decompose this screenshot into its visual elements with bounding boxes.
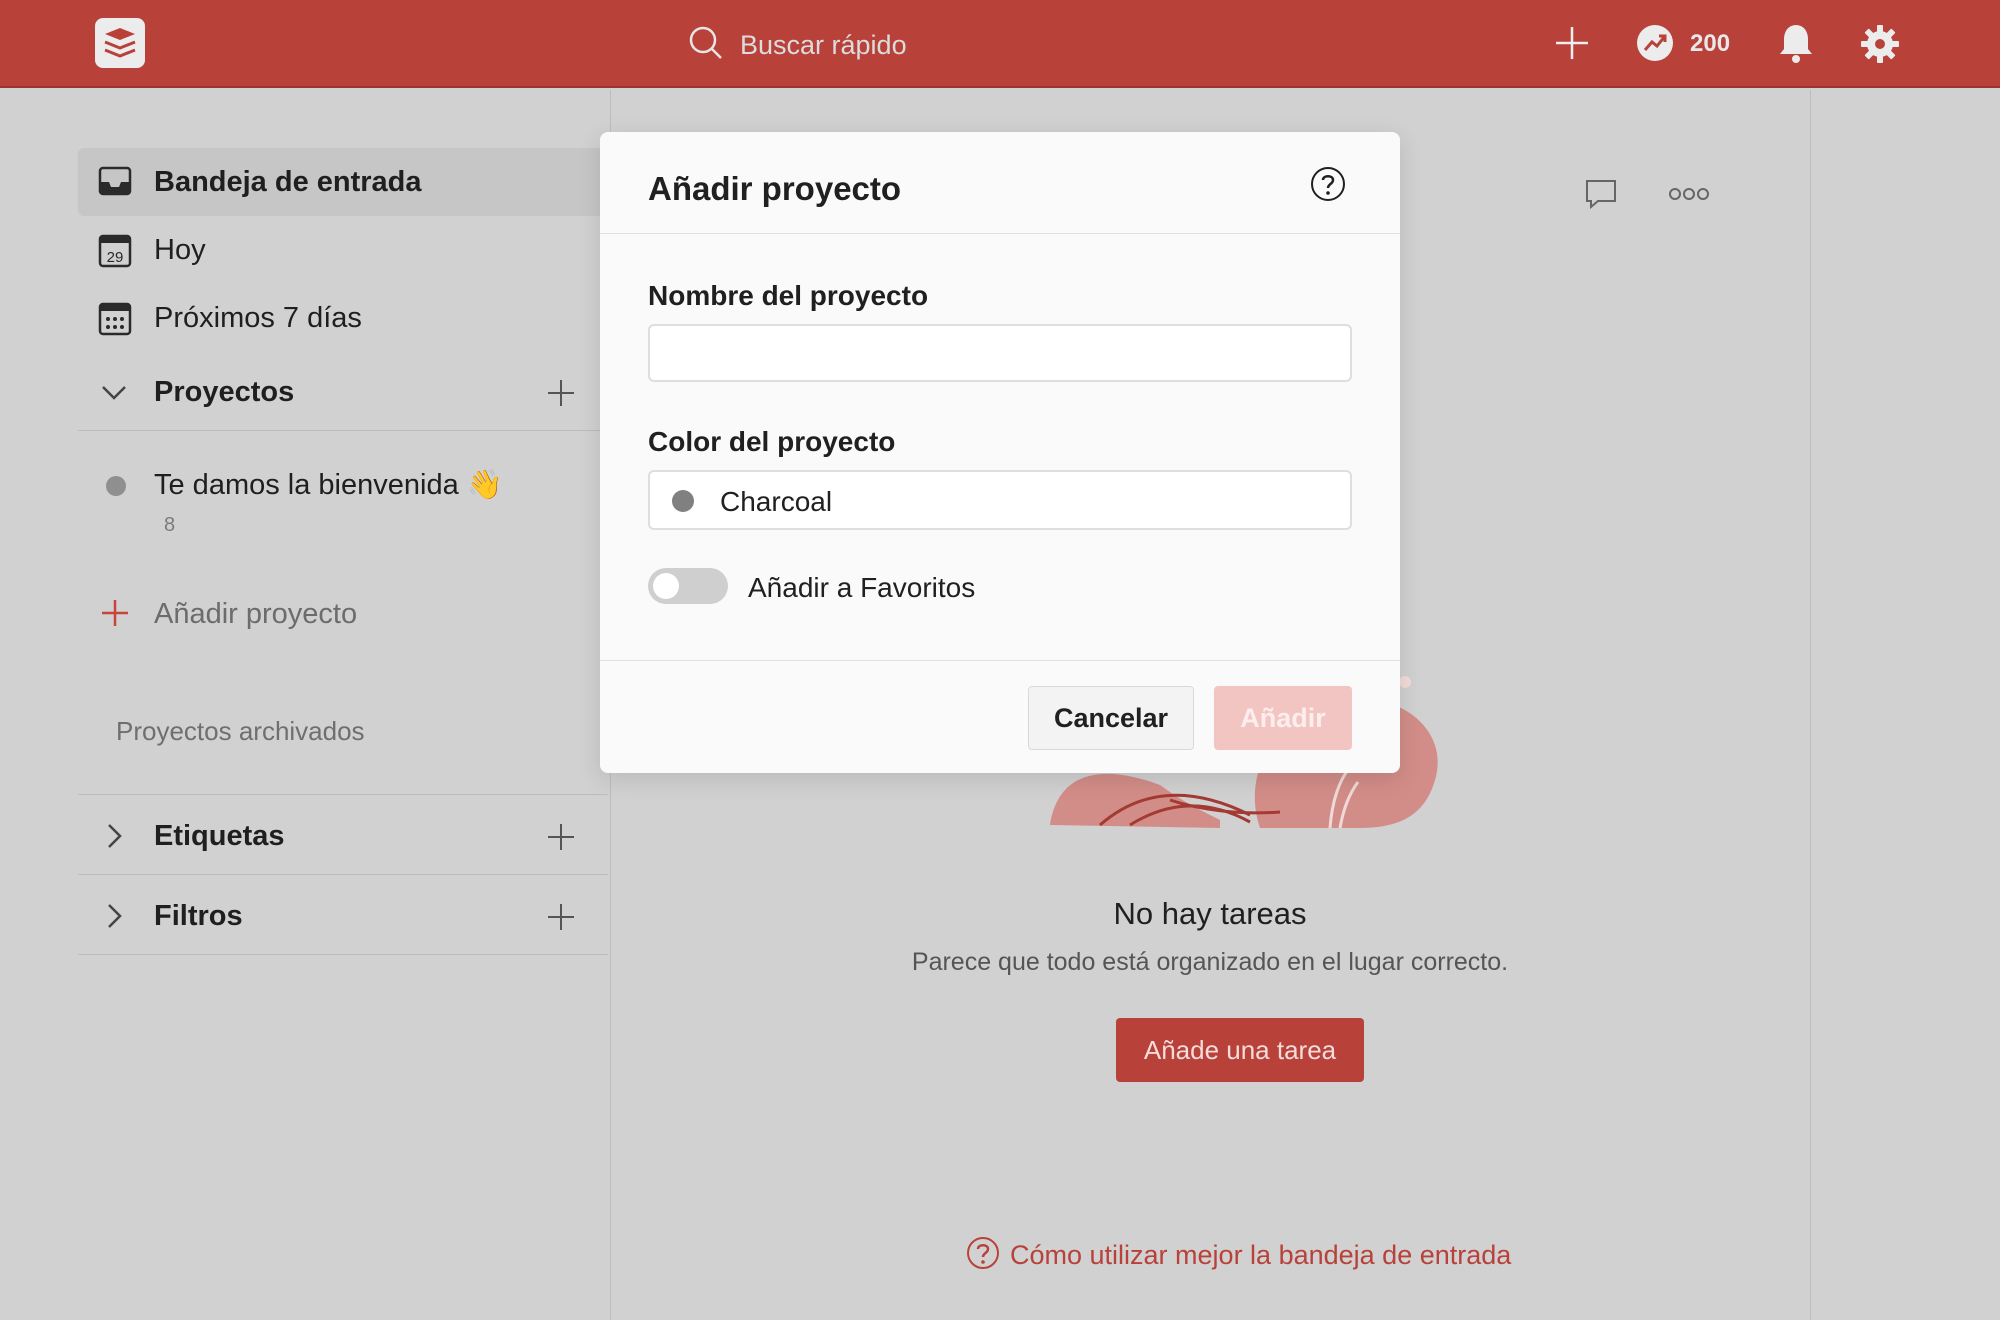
help-link-label: Cómo utilizar mejor la bandeja de entrad…: [1010, 1240, 1512, 1270]
add-project-label: Añadir proyecto: [154, 598, 358, 630]
empty-state-title: No hay tareas: [1113, 896, 1307, 931]
project-item-name[interactable]: Te damos la bienvenida 👋: [154, 468, 503, 502]
favorite-toggle-label: Añadir a Favoritos: [748, 572, 976, 603]
add-project-plus-icon[interactable]: [546, 378, 576, 413]
cancel-button[interactable]: Cancelar: [1028, 686, 1194, 750]
dialog-title: Añadir proyecto: [648, 170, 902, 207]
todoist-logo-icon[interactable]: [95, 18, 145, 68]
labels-label: Etiquetas: [154, 820, 285, 852]
divider: [78, 794, 608, 795]
divider: [78, 874, 608, 875]
filters-section-header[interactable]: Filtros: [78, 878, 608, 954]
chevron-down-icon[interactable]: [100, 378, 128, 411]
projects-section-header[interactable]: Proyectos: [78, 354, 608, 430]
gear-icon[interactable]: [1860, 24, 1900, 69]
divider: [78, 954, 608, 955]
add-button[interactable]: Añadir: [1214, 686, 1352, 750]
sidebar-item-today[interactable]: 29 Hoy: [78, 216, 608, 284]
project-item-count: 8: [164, 514, 176, 536]
calendar-week-icon: [98, 300, 132, 341]
calendar-today-icon: 29: [98, 232, 132, 273]
more-options-icon[interactable]: [1668, 184, 1710, 209]
chevron-right-icon[interactable]: [100, 822, 128, 855]
sidebar-item-label: Próximos 7 días: [154, 301, 362, 334]
quick-search[interactable]: [688, 24, 1160, 66]
project-color-label: Color del proyecto: [648, 426, 896, 457]
add-project-dialog: Añadir proyecto Nombre del proyecto Colo…: [600, 132, 1400, 773]
karma-trend-icon[interactable]: [1636, 24, 1674, 67]
filters-label: Filtros: [154, 900, 243, 932]
inbox-help-link[interactable]: Cómo utilizar mejor la bandeja de entrad…: [966, 1236, 1511, 1275]
add-label-plus-icon[interactable]: [546, 822, 576, 857]
search-input[interactable]: [740, 29, 1160, 61]
project-name-label: Nombre del proyecto: [648, 280, 929, 311]
sidebar-item-inbox[interactable]: Bandeja de entrada: [78, 148, 608, 216]
help-icon[interactable]: [1310, 166, 1346, 207]
top-bar: 200: [0, 0, 2000, 88]
favorite-toggle[interactable]: [648, 568, 728, 604]
archived-projects-link[interactable]: Proyectos archivados: [116, 716, 365, 747]
plus-icon[interactable]: [1554, 25, 1590, 66]
sidebar-item-label: Hoy: [154, 233, 206, 266]
calendar-day-number: 29: [107, 249, 124, 266]
karma-value[interactable]: 200: [1690, 30, 1730, 58]
search-icon: [688, 25, 724, 66]
comment-icon[interactable]: [1584, 178, 1618, 215]
chevron-right-icon[interactable]: [100, 902, 128, 935]
add-task-button[interactable]: Añade una tarea: [1116, 1018, 1364, 1082]
bell-icon[interactable]: [1778, 22, 1814, 69]
divider: [78, 430, 608, 431]
content-border: [1810, 90, 1811, 1320]
toggle-knob: [653, 573, 679, 599]
add-filter-plus-icon[interactable]: [546, 902, 576, 937]
project-name-input[interactable]: [648, 324, 1352, 382]
projects-label: Proyectos: [154, 376, 295, 408]
add-project-link[interactable]: Añadir proyecto: [78, 590, 608, 640]
question-circle-icon: [966, 1236, 1000, 1275]
plus-icon: [100, 598, 130, 633]
empty-state-subtitle: Parece que todo está organizado en el lu…: [911, 948, 1509, 976]
project-color-dot: [106, 476, 126, 496]
dialog-footer-divider: [600, 660, 1400, 661]
dialog-header: Añadir proyecto: [600, 132, 1400, 234]
inbox-icon: [98, 164, 132, 203]
color-swatch: [672, 490, 694, 512]
labels-section-header[interactable]: Etiquetas: [78, 798, 608, 874]
sidebar-item-next-7-days[interactable]: Próximos 7 días: [78, 284, 608, 352]
sidebar-item-label: Bandeja de entrada: [154, 165, 422, 198]
color-select-value: Charcoal: [720, 486, 833, 517]
project-color-select[interactable]: Charcoal: [648, 470, 1352, 530]
